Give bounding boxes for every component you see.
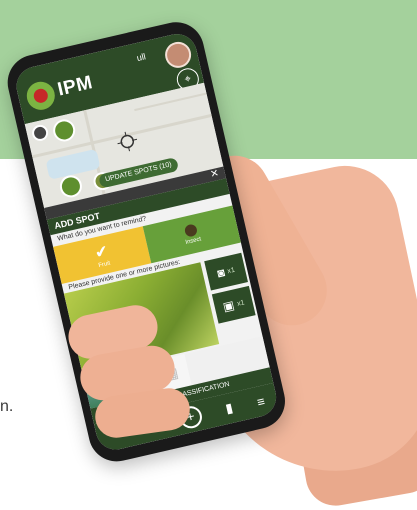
gallery-count: x1 (236, 298, 246, 308)
camera-count: x1 (226, 266, 236, 275)
phone-device: IPM ull ⌖ ◎ UPDATE SPOTS (10) (0, 0, 417, 484)
choice-label: Insect (184, 236, 202, 246)
choice-label: Fruit (97, 260, 111, 270)
user-avatar[interactable] (162, 39, 194, 71)
camera-icon: ◙ (215, 265, 227, 281)
crosshair-icon (115, 130, 139, 154)
fly-icon (183, 223, 199, 238)
map-marker[interactable] (50, 117, 78, 144)
image-icon: ▣ (221, 297, 236, 315)
choice-insect-button[interactable]: Insect (142, 205, 241, 264)
map-road (134, 92, 207, 112)
app-logo-icon (23, 79, 58, 113)
app-title: IPM (55, 72, 95, 101)
signal-indicator: ull (135, 51, 147, 64)
menu-icon[interactable]: ≡ (255, 393, 266, 409)
gallery-button[interactable]: ▣ x1 (211, 285, 256, 324)
chart-icon[interactable]: ▮ (224, 400, 235, 417)
map-marker[interactable] (30, 123, 50, 143)
camera-button[interactable]: ◙ x1 (204, 252, 248, 291)
